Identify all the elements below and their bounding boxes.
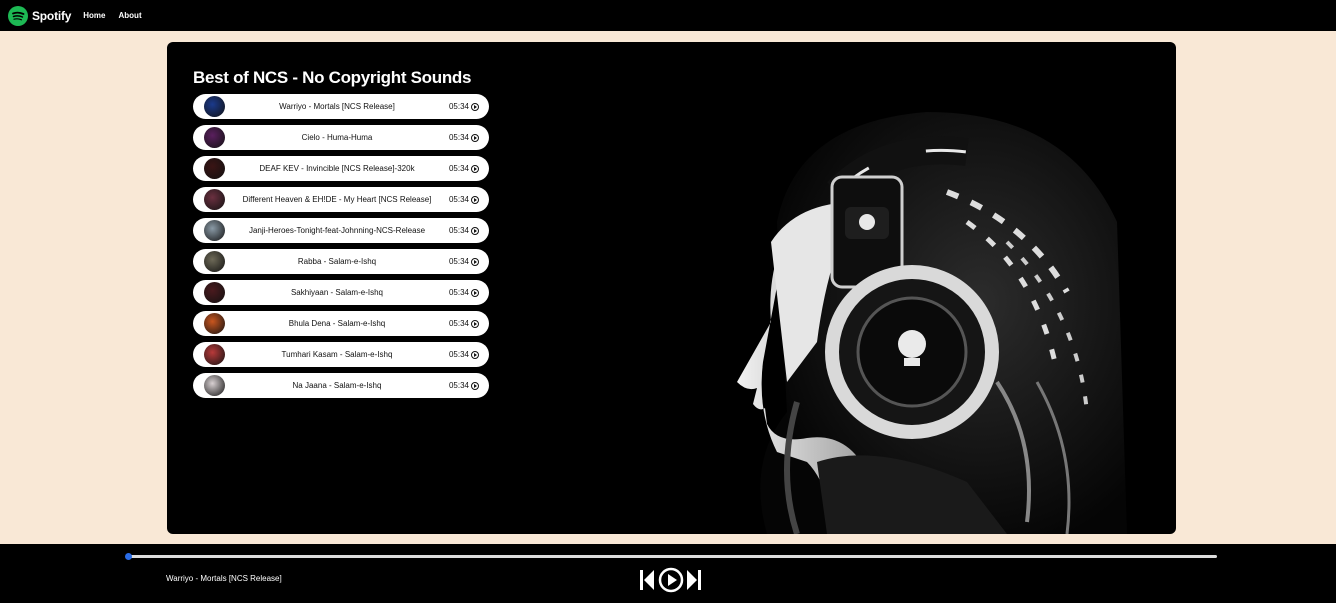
top-navbar: Spotify Home About xyxy=(0,0,1336,31)
song-title: DEAF KEV - Invincible [NCS Release]-320k xyxy=(259,164,415,173)
song-duration-wrap: 05:34 xyxy=(449,102,479,111)
song-title: Bhula Dena - Salam-e-Ishq xyxy=(288,319,386,328)
play-circle-icon[interactable] xyxy=(471,350,479,359)
spotify-logo-icon[interactable] xyxy=(8,5,28,26)
player-controls xyxy=(639,567,702,592)
song-item[interactable]: Warriyo - Mortals [NCS Release] 05:34 xyxy=(193,94,489,119)
song-item[interactable]: Janji-Heroes-Tonight-feat-Johnning-NCS-R… xyxy=(193,218,489,243)
song-title: Na Jaana - Salam-e-Ishq xyxy=(292,381,382,390)
progress-thumb[interactable] xyxy=(125,553,132,560)
song-title: Tumhari Kasam - Salam-e-Ishq xyxy=(281,350,393,359)
song-duration-wrap: 05:34 xyxy=(449,350,479,359)
play-circle-icon[interactable] xyxy=(471,195,479,204)
song-duration-wrap: 05:34 xyxy=(449,319,479,328)
play-circle-icon[interactable] xyxy=(471,226,479,235)
song-duration-wrap: 05:34 xyxy=(449,226,479,235)
song-cover-image xyxy=(204,158,225,179)
song-duration: 05:34 xyxy=(448,226,469,235)
song-item[interactable]: Rabba - Salam-e-Ishq 05:34 xyxy=(193,249,489,274)
song-duration-wrap: 05:34 xyxy=(449,257,479,266)
play-circle-icon[interactable] xyxy=(471,133,479,142)
play-circle-icon[interactable] xyxy=(471,102,479,111)
song-cover-image xyxy=(204,251,225,272)
song-cover-image xyxy=(204,313,225,334)
song-list: Warriyo - Mortals [NCS Release] 05:34 Ci… xyxy=(193,94,489,404)
song-duration-wrap: 05:34 xyxy=(449,381,479,390)
song-cover-image xyxy=(204,220,225,241)
song-cover-image xyxy=(204,375,225,396)
song-duration: 05:34 xyxy=(448,102,469,111)
song-title: Rabba - Salam-e-Ishq xyxy=(297,257,377,266)
song-duration: 05:34 xyxy=(448,288,469,297)
song-item[interactable]: Cielo - Huma-Huma 05:34 xyxy=(193,125,489,150)
player-bar: Warriyo - Mortals [NCS Release] xyxy=(0,544,1336,603)
song-item[interactable]: Sakhiyaan - Salam-e-Ishq 05:34 xyxy=(193,280,489,305)
song-title: Cielo - Huma-Huma xyxy=(301,133,373,142)
song-item[interactable]: Tumhari Kasam - Salam-e-Ishq 05:34 xyxy=(193,342,489,367)
song-duration-wrap: 05:34 xyxy=(449,195,479,204)
song-cover-image xyxy=(204,189,225,210)
play-circle-icon[interactable] xyxy=(471,164,479,173)
song-cover-image xyxy=(204,282,225,303)
song-item[interactable]: Na Jaana - Salam-e-Ishq 05:34 xyxy=(193,373,489,398)
now-playing-title: Warriyo - Mortals [NCS Release] xyxy=(166,574,282,583)
playlist-title: Best of NCS - No Copyright Sounds xyxy=(193,68,472,87)
brand-name[interactable]: Spotify xyxy=(32,9,71,23)
playlist-container: Best of NCS - No Copyright Sounds Warriy… xyxy=(167,42,1176,534)
song-duration: 05:34 xyxy=(448,319,469,328)
song-duration-wrap: 05:34 xyxy=(449,288,479,297)
song-duration: 05:34 xyxy=(448,381,469,390)
song-duration-wrap: 05:34 xyxy=(449,133,479,142)
play-icon[interactable] xyxy=(658,567,684,593)
song-duration: 05:34 xyxy=(448,257,469,266)
next-icon[interactable] xyxy=(686,569,702,591)
progress-bar[interactable] xyxy=(125,553,1217,560)
song-duration-wrap: 05:34 xyxy=(449,164,479,173)
play-circle-icon[interactable] xyxy=(471,319,479,328)
song-cover-image xyxy=(204,96,225,117)
previous-icon[interactable] xyxy=(639,569,655,591)
song-title: Sakhiyaan - Salam-e-Ishq xyxy=(290,288,383,297)
song-title: Janji-Heroes-Tonight-feat-Johnning-NCS-R… xyxy=(248,226,426,235)
nav-link-home[interactable]: Home xyxy=(83,11,105,20)
song-title: Different Heaven & EH!DE - My Heart [NCS… xyxy=(242,195,432,204)
nav-link-about[interactable]: About xyxy=(119,11,142,20)
song-item[interactable]: Different Heaven & EH!DE - My Heart [NCS… xyxy=(193,187,489,212)
play-circle-icon[interactable] xyxy=(471,257,479,266)
song-item[interactable]: DEAF KEV - Invincible [NCS Release]-320k… xyxy=(193,156,489,181)
song-duration: 05:34 xyxy=(448,195,469,204)
song-cover-image xyxy=(204,344,225,365)
song-duration: 05:34 xyxy=(448,350,469,359)
play-circle-icon[interactable] xyxy=(471,381,479,390)
banner-image xyxy=(737,112,1127,534)
song-duration: 05:34 xyxy=(448,133,469,142)
play-circle-icon[interactable] xyxy=(471,288,479,297)
song-title: Warriyo - Mortals [NCS Release] xyxy=(279,102,395,111)
song-item[interactable]: Bhula Dena - Salam-e-Ishq 05:34 xyxy=(193,311,489,336)
song-cover-image xyxy=(204,127,225,148)
song-duration: 05:34 xyxy=(448,164,469,173)
